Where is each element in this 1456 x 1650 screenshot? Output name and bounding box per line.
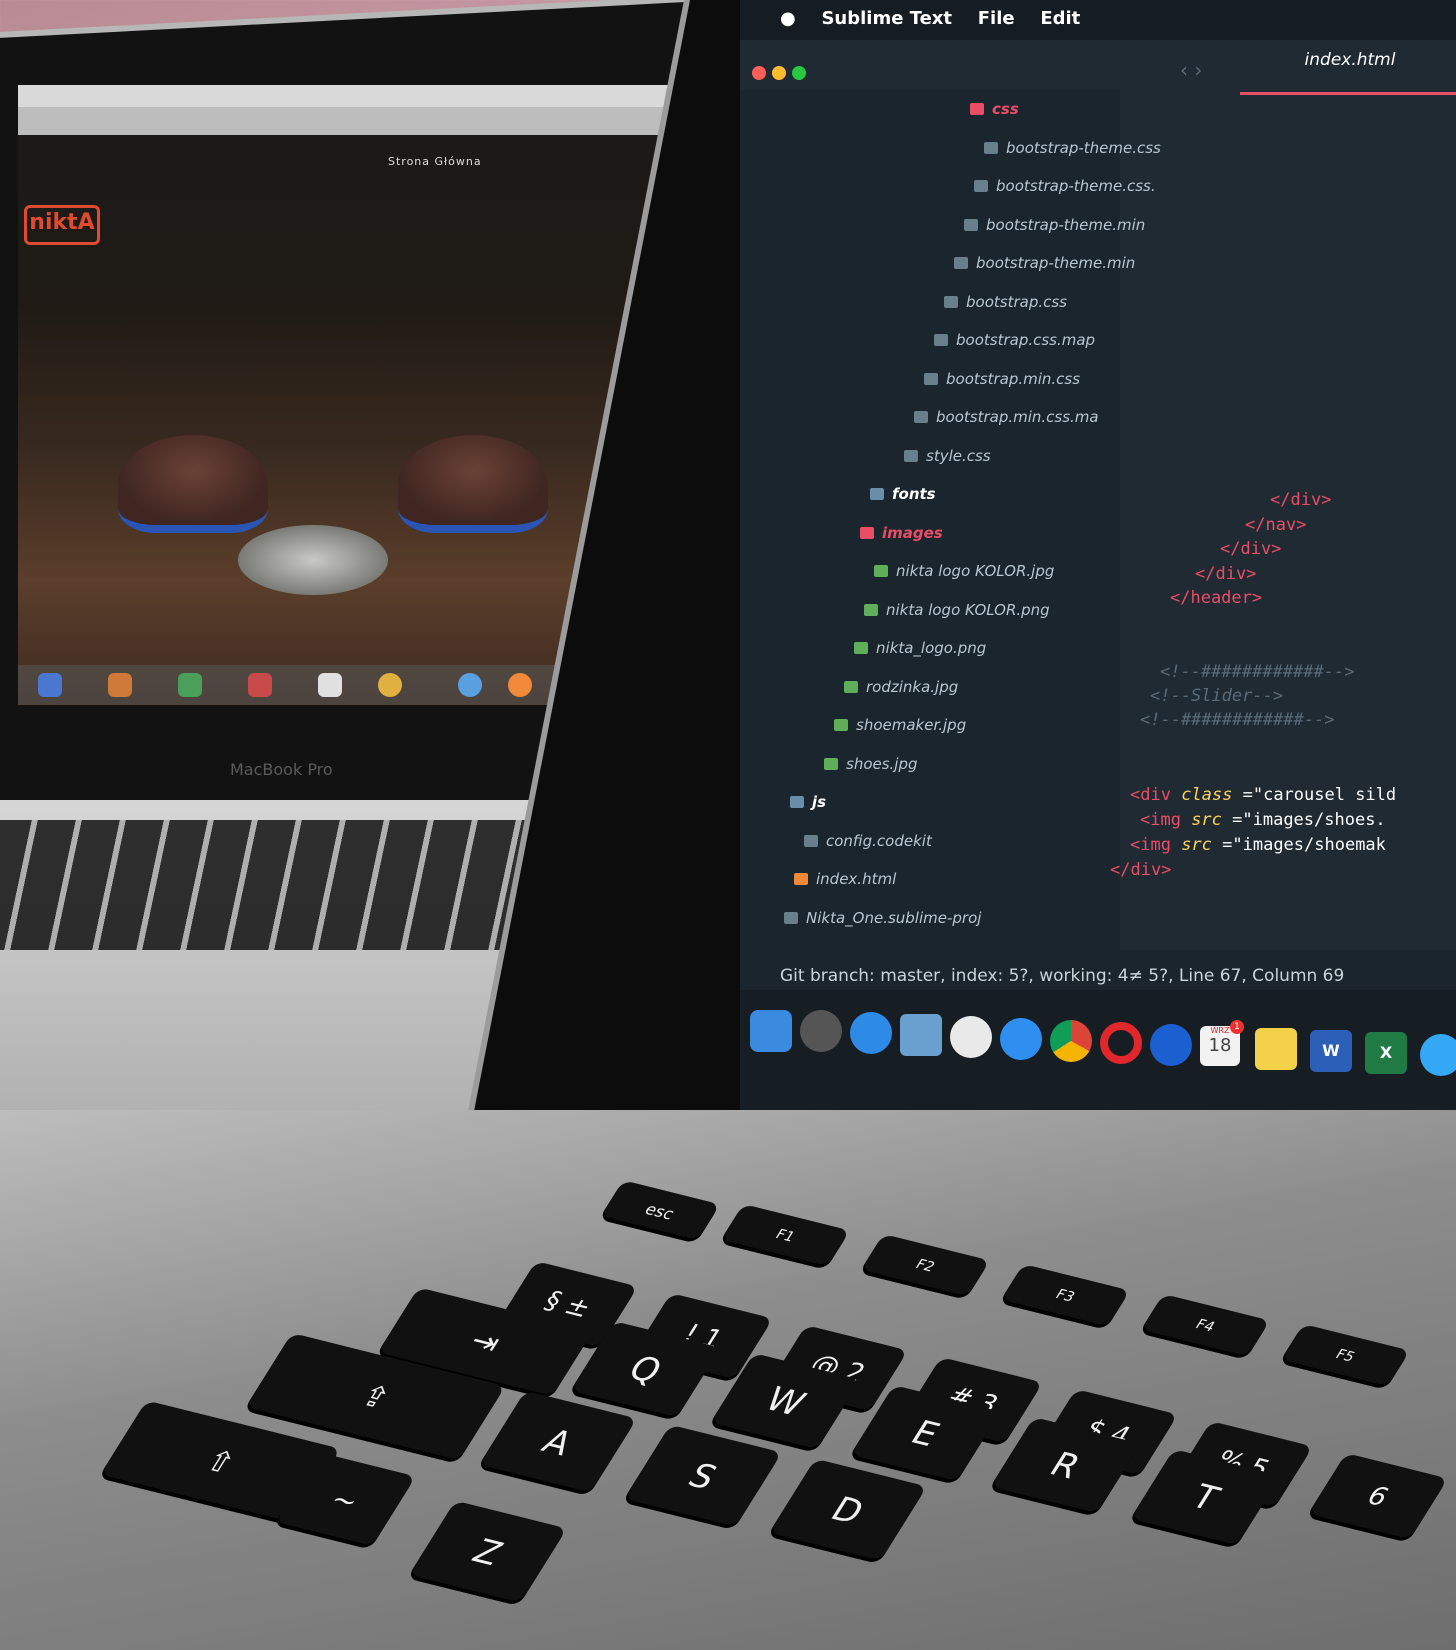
letter-key-Z[interactable]: Z: [408, 1500, 567, 1605]
front-keyboard: esc F1 F2 F3 F4 F5 § ±! 1 @ 2 # 3 $ 4% 5 6 ⇥ Q W E R T ⇪ A…: [0, 0, 1456, 1642]
function-key-F5[interactable]: F5: [1279, 1323, 1411, 1389]
function-key-F2[interactable]: F2: [859, 1233, 991, 1299]
function-key-F3[interactable]: F3: [999, 1263, 1131, 1329]
function-key-F1[interactable]: F1: [719, 1203, 851, 1269]
number-key[interactable]: 6: [1307, 1453, 1448, 1541]
letter-key-A[interactable]: A: [478, 1390, 637, 1495]
function-key-F4[interactable]: F4: [1139, 1293, 1271, 1359]
letter-key-D[interactable]: D: [768, 1458, 927, 1563]
letter-key-S[interactable]: S: [623, 1424, 782, 1529]
esc-key[interactable]: esc: [599, 1180, 721, 1242]
